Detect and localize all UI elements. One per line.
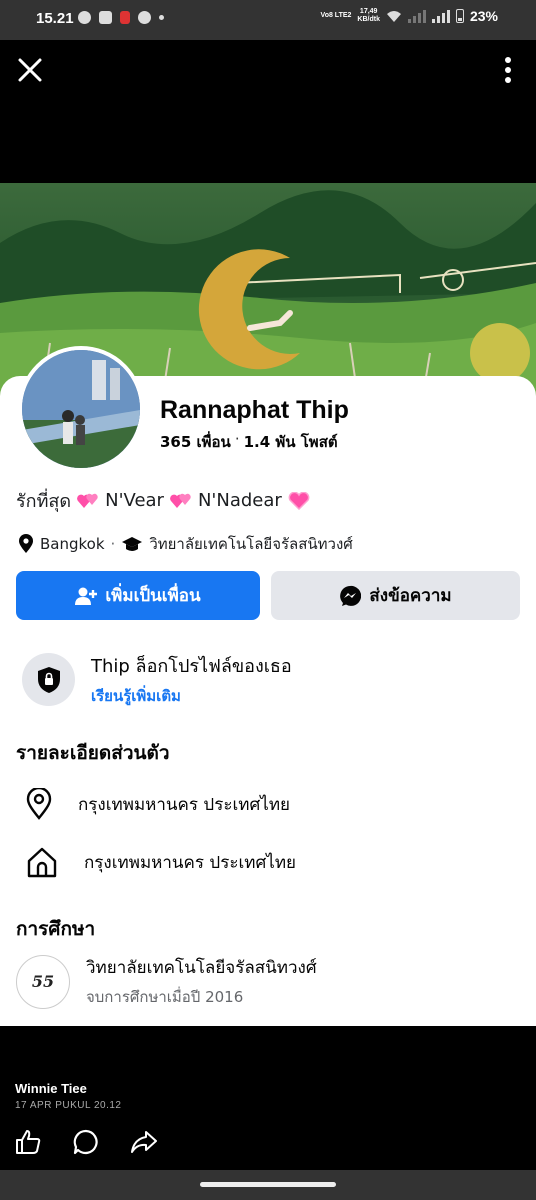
education-school-name: วิทยาลัยเทคโนโลยีจรัลสนิทวงศ์ bbox=[86, 958, 317, 978]
comment-icon bbox=[73, 1129, 98, 1155]
shield-lock-badge bbox=[22, 653, 75, 706]
battery-percent: 23% bbox=[469, 8, 498, 24]
volte-indicator: Vo8 LTE2 bbox=[320, 12, 352, 19]
wifi-icon bbox=[386, 10, 401, 22]
lock-notice-title: Thip ล็อกโปรไฟล์ของเธอ bbox=[91, 656, 292, 677]
school-logo: 55 bbox=[16, 954, 70, 1009]
locked-profile-notice: Thip ล็อกโปรไฟล์ของเธอ เรียนรู้เพิ่มเติม bbox=[22, 651, 292, 708]
status-right: Vo8 LTE2 17,49 KB/dtk 23% bbox=[321, 8, 498, 24]
growing-heart-emoji-icon bbox=[288, 491, 310, 510]
network-speed: 17,49 KB/dtk bbox=[357, 8, 380, 24]
graduation-year: จบการศึกษาเมื่อปี 2016 bbox=[86, 988, 244, 1006]
details-section-title: รายละเอียดส่วนตัว bbox=[16, 742, 170, 764]
screen: 15.21 Vo8 LTE2 17,49 KB/dtk 23% Rannapha… bbox=[0, 0, 536, 1200]
shield-lock-icon bbox=[37, 666, 60, 693]
whatsapp-icon bbox=[78, 11, 91, 24]
profile-name: Rannaphat Thip bbox=[160, 396, 349, 424]
speed-unit: KB/dtk bbox=[357, 16, 380, 23]
posts-count: 1.4 พัน โพสต์ bbox=[243, 433, 338, 451]
current-city-text: กรุงเทพมหานคร ประเทศไทย bbox=[78, 794, 291, 815]
hometown-row: กรุงเทพมหานคร ประเทศไทย bbox=[26, 846, 296, 878]
more-notifications-icon bbox=[159, 15, 164, 20]
hometown-text: กรุงเทพมหานคร ประเทศไทย bbox=[84, 852, 297, 873]
comment-button[interactable] bbox=[72, 1128, 100, 1156]
add-friend-button[interactable]: เพิ่มเป็นเพื่อน bbox=[16, 571, 260, 620]
close-icon bbox=[18, 58, 42, 82]
avatar-image bbox=[22, 350, 140, 468]
notification-icons bbox=[78, 11, 164, 24]
location-pin-icon bbox=[26, 788, 52, 820]
profile-bio: รักที่สุด N'Vear N'Nadear bbox=[16, 486, 310, 515]
bio-prefix: รักที่สุด bbox=[16, 491, 72, 512]
share-icon bbox=[131, 1131, 157, 1153]
learn-more-link[interactable]: เรียนรู้เพิ่มเติม bbox=[91, 684, 292, 708]
profile-stats: 365 เพื่อน · 1.4 พัน โพสต์ bbox=[160, 430, 338, 454]
more-options-button[interactable] bbox=[498, 54, 518, 86]
home-indicator[interactable] bbox=[200, 1182, 336, 1187]
shopping-icon bbox=[99, 11, 112, 24]
signal-sim2-icon bbox=[431, 9, 450, 23]
more-icon bbox=[505, 57, 511, 63]
location-pin-icon bbox=[19, 534, 33, 553]
profile-meta: Bangkok · วิทยาลัยเทคโนโลยีจรัลสนิทวงศ์ bbox=[18, 532, 353, 556]
meta-separator: · bbox=[110, 535, 116, 553]
battery-icon bbox=[455, 9, 464, 23]
profile-card: Rannaphat Thip 365 เพื่อน · 1.4 พัน โพสต… bbox=[0, 346, 536, 1026]
school-text: วิทยาลัยเทคโนโลยีจรัลสนิทวงศ์ bbox=[149, 535, 353, 553]
like-icon bbox=[16, 1130, 41, 1154]
education-item[interactable]: 55 วิทยาลัยเทคโนโลยีจรัลสนิทวงศ์ จบการศึ… bbox=[16, 954, 317, 1009]
speed-value: 17,49 bbox=[359, 8, 378, 15]
home-icon bbox=[27, 847, 57, 878]
profile-avatar[interactable] bbox=[18, 346, 144, 472]
add-friend-label: เพิ่มเป็นเพื่อน bbox=[105, 586, 201, 606]
line-icon bbox=[138, 11, 151, 24]
poster-name[interactable]: Winnie Tiee bbox=[15, 1081, 87, 1096]
messenger-icon bbox=[340, 585, 362, 606]
friends-count[interactable]: 365 เพื่อน bbox=[160, 430, 231, 454]
graduation-cap-icon bbox=[122, 537, 143, 551]
message-button[interactable]: ส่งข้อความ bbox=[271, 571, 520, 620]
signal-sim1-icon bbox=[407, 9, 426, 23]
status-time: 15.21 bbox=[36, 10, 74, 27]
like-button[interactable] bbox=[14, 1128, 42, 1156]
stats-separator: · bbox=[234, 430, 240, 448]
hearts-emoji-icon bbox=[77, 493, 98, 508]
post-date: 17 APR PUKUL 20.12 bbox=[15, 1100, 122, 1111]
add-friend-icon bbox=[75, 587, 98, 605]
post-actions bbox=[14, 1128, 158, 1156]
bio-name-1: N'Vear bbox=[105, 490, 164, 511]
school-logo-text: 55 bbox=[31, 972, 55, 991]
location-text: Bangkok bbox=[40, 535, 105, 553]
bio-name-2: N'Nadear bbox=[197, 490, 282, 511]
education-section-title: การศึกษา bbox=[16, 918, 96, 940]
status-bar: 15.21 Vo8 LTE2 17,49 KB/dtk 23% bbox=[0, 0, 536, 40]
share-button[interactable] bbox=[130, 1128, 158, 1156]
close-button[interactable] bbox=[14, 54, 46, 86]
message-label: ส่งข้อความ bbox=[369, 586, 452, 606]
hearts-emoji-icon bbox=[170, 493, 191, 508]
bookmark-icon bbox=[120, 11, 130, 24]
current-city-row: กรุงเทพมหานคร ประเทศไทย bbox=[26, 788, 290, 820]
